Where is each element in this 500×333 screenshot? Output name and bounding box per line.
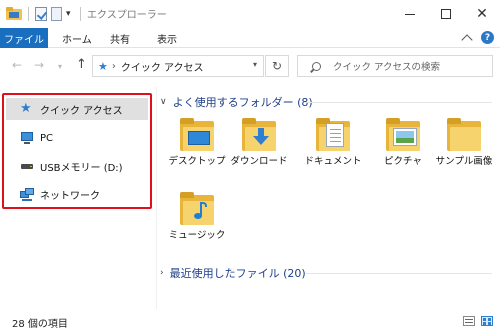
tab-home[interactable]: ホーム <box>62 28 92 48</box>
maximize-icon <box>441 9 451 19</box>
search-input[interactable]: クイック アクセスの検索 <box>297 55 493 77</box>
folder-label: ドキュメント <box>304 156 362 167</box>
address-dropdown-icon[interactable]: ▾ <box>253 60 257 69</box>
folder-label: ミュージック <box>168 230 226 241</box>
documents-folder-icon <box>316 118 350 152</box>
toolbar-divider <box>80 6 81 21</box>
close-button[interactable]: ✕ <box>464 0 500 28</box>
tab-share[interactable]: 共有 <box>110 28 130 48</box>
folder-label: サンプル画像 <box>435 156 493 167</box>
toolbar-divider <box>28 6 29 21</box>
pc-icon <box>20 131 34 145</box>
group-frequent-folders[interactable]: ∨ よく使用するフォルダー (8) <box>160 94 313 110</box>
title-bar: ▾ エクスプローラー ✕ <box>0 0 500 28</box>
sidebar-item-label: USBメモリー (D:) <box>40 162 123 174</box>
refresh-button[interactable]: ↻ <box>265 55 289 77</box>
forward-arrow-icon[interactable]: → <box>34 58 44 72</box>
folder-icon <box>447 118 481 152</box>
chevron-down-icon: ∨ <box>160 97 167 107</box>
music-folder-icon <box>180 192 214 226</box>
expand-ribbon-icon[interactable] <box>461 33 473 46</box>
folder-sample-images[interactable]: サンプル画像 <box>428 118 500 188</box>
tab-file[interactable]: ファイル <box>0 28 48 48</box>
sidebar-item-label: クイック アクセス <box>40 105 123 117</box>
group-divider <box>306 273 492 274</box>
properties-icon[interactable] <box>35 6 47 21</box>
pane-divider[interactable] <box>156 87 157 309</box>
address-location[interactable]: クイック アクセス <box>121 59 204 74</box>
back-arrow-icon[interactable]: ← <box>12 58 22 72</box>
window-title: エクスプローラー <box>87 10 167 21</box>
download-folder-icon <box>242 118 276 152</box>
group-divider <box>306 102 492 103</box>
search-icon <box>312 61 321 71</box>
chevron-right-icon: › <box>160 268 164 278</box>
large-icons-view-icon[interactable] <box>481 316 493 326</box>
group-title: 最近使用したファイル (20) <box>169 267 306 280</box>
group-recent-files[interactable]: › 最近使用したファイル (20) <box>160 265 306 281</box>
search-placeholder: クイック アクセスの検索 <box>333 62 441 73</box>
star-icon: ★ <box>20 101 32 116</box>
details-view-icon[interactable] <box>463 316 475 326</box>
desktop-folder-icon <box>180 118 214 152</box>
sidebar-item-network[interactable]: ネットワーク <box>6 183 148 205</box>
sidebar-item-label: PC <box>40 132 54 144</box>
folder-icon[interactable] <box>6 7 22 20</box>
ribbon-right-controls: ? <box>461 31 494 46</box>
group-title: よく使用するフォルダー (8) <box>172 96 313 109</box>
network-icon <box>20 187 34 201</box>
folder-downloads[interactable]: ダウンロード <box>223 118 295 188</box>
status-bar: 28 個の項目 <box>0 309 500 333</box>
up-arrow-icon[interactable]: ↑ <box>76 57 87 72</box>
tab-view[interactable]: 表示 <box>157 28 177 48</box>
breadcrumb-separator-icon[interactable]: › <box>112 61 116 72</box>
new-folder-icon[interactable] <box>51 6 62 21</box>
folder-music[interactable]: ミュージック <box>161 192 233 262</box>
sidebar-item-label: ネットワーク <box>40 190 100 202</box>
address-bar[interactable]: ★ › クイック アクセス ▾ <box>92 55 264 77</box>
refresh-icon: ↻ <box>271 59 283 73</box>
ribbon-tabs: ファイル ホーム 共有 表示 ? <box>0 28 500 48</box>
sidebar-item-quick-access[interactable]: ★ クイック アクセス <box>6 98 148 120</box>
sidebar-item-pc[interactable]: PC <box>6 127 148 149</box>
folder-documents[interactable]: ドキュメント <box>297 118 369 188</box>
recent-locations-icon[interactable]: ▾ <box>58 62 62 71</box>
usb-drive-icon <box>20 159 34 173</box>
sidebar-item-usb-drive[interactable]: USBメモリー (D:) <box>6 155 148 177</box>
pictures-folder-icon <box>386 118 420 152</box>
navigation-bar: ← → ▾ ↑ ★ › クイック アクセス ▾ ↻ クイック アクセスの検索 <box>0 49 500 83</box>
star-icon: ★ <box>98 59 108 73</box>
customize-toolbar-icon[interactable]: ▾ <box>66 9 74 19</box>
maximize-button[interactable] <box>428 0 464 28</box>
close-icon: ✕ <box>476 6 488 22</box>
help-icon[interactable]: ? <box>481 31 494 44</box>
minimize-button[interactable] <box>392 0 428 28</box>
item-count: 28 個の項目 <box>12 319 68 330</box>
quick-access-toolbar: ▾ エクスプローラー <box>6 6 167 21</box>
folder-label: ダウンロード <box>230 156 288 167</box>
minimize-icon <box>405 13 415 15</box>
